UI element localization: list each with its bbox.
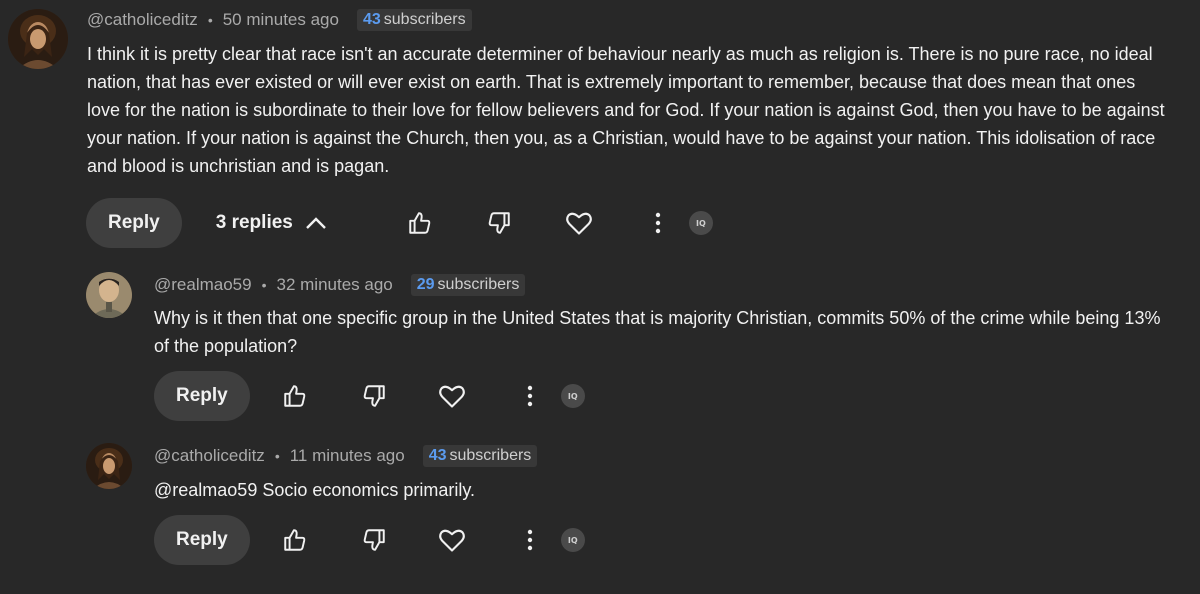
subscriber-count: 43 xyxy=(362,11,381,28)
thumbs-up-icon xyxy=(284,529,306,551)
more-options-button[interactable] xyxy=(515,525,545,555)
heart-icon xyxy=(438,385,465,408)
comment-text-line: nation, that has ever existed or will ev… xyxy=(87,72,1136,92)
comment-author[interactable]: @realmao59 xyxy=(154,275,252,295)
subscriber-badge: 29 subscribers xyxy=(410,274,526,296)
like-button[interactable] xyxy=(405,208,435,238)
dislike-button[interactable] xyxy=(359,381,389,411)
replies-count-label: 3 replies xyxy=(215,212,293,233)
more-options-button[interactable] xyxy=(515,381,545,411)
like-button[interactable] xyxy=(280,525,310,555)
thumbs-up-icon xyxy=(284,385,306,407)
comment-author[interactable]: @catholiceditz xyxy=(154,446,265,466)
comment-text-line: I think it is pretty clear that race isn… xyxy=(87,44,1153,64)
thumbs-down-icon xyxy=(363,529,385,551)
replies-toggle[interactable]: 3 replies xyxy=(216,212,327,234)
comment-text-line: of the population? xyxy=(154,336,298,356)
heart-button[interactable] xyxy=(437,381,467,411)
dislike-button[interactable] xyxy=(484,208,514,238)
subscriber-count: 29 xyxy=(416,276,435,293)
comment-meta: @catholiceditz • 11 minutes ago 43 subsc… xyxy=(154,444,538,468)
comment-actions: Reply IQ xyxy=(154,371,585,421)
comment-timestamp[interactable]: 32 minutes ago xyxy=(277,275,393,295)
chevron-up-icon xyxy=(306,217,326,229)
more-vert-icon xyxy=(527,529,532,551)
meta-separator: • xyxy=(274,448,280,464)
subscriber-badge: 43 subscribers xyxy=(356,9,472,31)
jesus-portrait-icon xyxy=(8,9,68,69)
more-vert-icon xyxy=(527,385,532,407)
comment-text: @realmao59 Socio economics primarily. xyxy=(154,476,1194,504)
iq-badge-icon[interactable]: IQ xyxy=(688,211,713,235)
comment-author[interactable]: @catholiceditz xyxy=(87,10,198,30)
thumbs-up-icon xyxy=(409,212,431,234)
more-vert-icon xyxy=(655,212,661,234)
subscriber-label: subscribers xyxy=(383,11,466,28)
mao-portrait-icon xyxy=(86,272,132,318)
comment-timestamp[interactable]: 50 minutes ago xyxy=(223,10,339,30)
subscriber-count: 43 xyxy=(428,447,447,464)
iq-badge-label: IQ xyxy=(567,391,578,401)
comment-text-line: love for the nation is subordinate to th… xyxy=(87,100,1165,120)
iq-badge-icon[interactable]: IQ xyxy=(560,528,585,552)
iq-badge-label: IQ xyxy=(695,218,706,228)
reply-button[interactable]: Reply xyxy=(154,371,250,421)
comment-actions: Reply IQ xyxy=(154,515,585,565)
comment-text-line: Why is it then that one specific group i… xyxy=(154,308,1161,328)
more-options-button[interactable] xyxy=(643,208,673,238)
subscriber-label: subscribers xyxy=(437,276,520,293)
subscriber-badge: 43 subscribers xyxy=(422,445,538,467)
heart-icon xyxy=(438,529,465,552)
reply-button[interactable]: Reply xyxy=(86,198,182,248)
heart-button[interactable] xyxy=(564,208,594,238)
comment-meta: @realmao59 • 32 minutes ago 29 subscribe… xyxy=(154,273,526,297)
heart-button[interactable] xyxy=(437,525,467,555)
thumbs-down-icon xyxy=(488,212,510,234)
avatar[interactable] xyxy=(86,443,132,489)
comment-text-line: and blood is unchristian and is pagan. xyxy=(87,156,390,176)
avatar[interactable] xyxy=(8,9,68,69)
subscriber-label: subscribers xyxy=(449,447,532,464)
heart-icon xyxy=(565,212,592,235)
jesus-portrait-icon xyxy=(86,443,132,489)
comment-actions: Reply 3 replies IQ xyxy=(86,198,713,248)
comment-text: I think it is pretty clear that race isn… xyxy=(87,40,1197,180)
meta-separator: • xyxy=(261,277,267,293)
iq-badge-label: IQ xyxy=(567,535,578,545)
like-button[interactable] xyxy=(280,381,310,411)
comment-text-line: your nation. If your nation is against t… xyxy=(87,128,1156,148)
iq-badge-icon[interactable]: IQ xyxy=(560,384,585,408)
comment-timestamp[interactable]: 11 minutes ago xyxy=(290,446,405,466)
comment-thread: @catholiceditz • 50 minutes ago 43 subsc… xyxy=(0,0,1200,594)
thumbs-down-icon xyxy=(363,385,385,407)
avatar[interactable] xyxy=(86,272,132,318)
reply-button[interactable]: Reply xyxy=(154,515,250,565)
meta-separator: • xyxy=(207,12,213,28)
comment-text: Why is it then that one specific group i… xyxy=(154,304,1194,360)
comment-meta: @catholiceditz • 50 minutes ago 43 subsc… xyxy=(87,8,472,32)
dislike-button[interactable] xyxy=(359,525,389,555)
comment-text-line: @realmao59 Socio economics primarily. xyxy=(154,480,476,500)
